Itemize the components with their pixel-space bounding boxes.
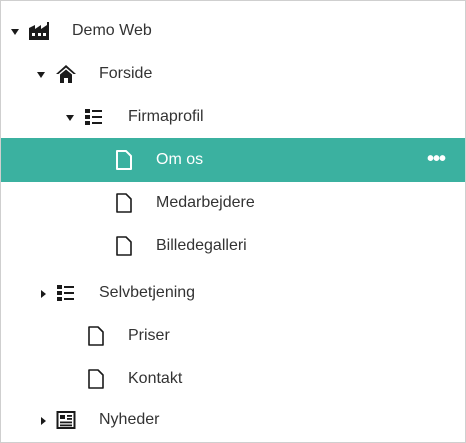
tree-node-label: Priser <box>128 327 170 344</box>
tree-node-billedegalleri[interactable]: Billedegalleri <box>1 224 465 268</box>
tree-node-selvbetjening[interactable]: Selvbetjening <box>1 271 465 315</box>
list-icon <box>55 282 77 304</box>
caret-down-icon[interactable] <box>36 68 46 80</box>
tree-node-demo-web[interactable]: Demo Web <box>1 9 465 53</box>
list-icon <box>83 106 105 128</box>
tree-node-priser[interactable]: Priser <box>1 314 465 358</box>
tree-node-label: Firmaprofil <box>128 108 204 125</box>
tree-node-medarbejdere[interactable]: Medarbejdere <box>1 181 465 225</box>
content-tree: Demo Web Forside Firmaprofil Om os ••• M… <box>0 0 466 443</box>
tree-node-label: Demo Web <box>72 22 152 39</box>
news-icon <box>55 409 77 431</box>
tree-node-forside[interactable]: Forside <box>1 52 465 96</box>
tree-node-label: Om os <box>156 151 204 168</box>
caret-down-icon[interactable] <box>65 111 75 123</box>
tree-node-nyheder[interactable]: Nyheder <box>1 398 465 442</box>
page-icon <box>113 149 135 171</box>
caret-right-icon[interactable] <box>38 414 48 426</box>
home-icon <box>55 63 77 85</box>
page-icon <box>113 235 135 257</box>
factory-icon <box>27 20 49 42</box>
tree-node-om-os[interactable]: Om os ••• <box>1 138 465 182</box>
tree-node-firmaprofil[interactable]: Firmaprofil <box>1 95 465 139</box>
page-icon <box>113 192 135 214</box>
tree-node-kontakt[interactable]: Kontakt <box>1 357 465 401</box>
tree-node-label: Selvbetjening <box>99 284 196 301</box>
tree-node-label: Medarbejdere <box>156 194 255 211</box>
page-icon <box>85 325 107 347</box>
caret-down-icon[interactable] <box>10 25 20 37</box>
tree-node-label: Kontakt <box>128 370 183 387</box>
more-options-icon[interactable]: ••• <box>423 144 449 174</box>
tree-node-label: Nyheder <box>99 411 160 428</box>
caret-right-icon[interactable] <box>38 287 48 299</box>
page-icon <box>85 368 107 390</box>
tree-node-label: Billedegalleri <box>156 237 247 254</box>
tree-node-label: Forside <box>99 65 153 82</box>
